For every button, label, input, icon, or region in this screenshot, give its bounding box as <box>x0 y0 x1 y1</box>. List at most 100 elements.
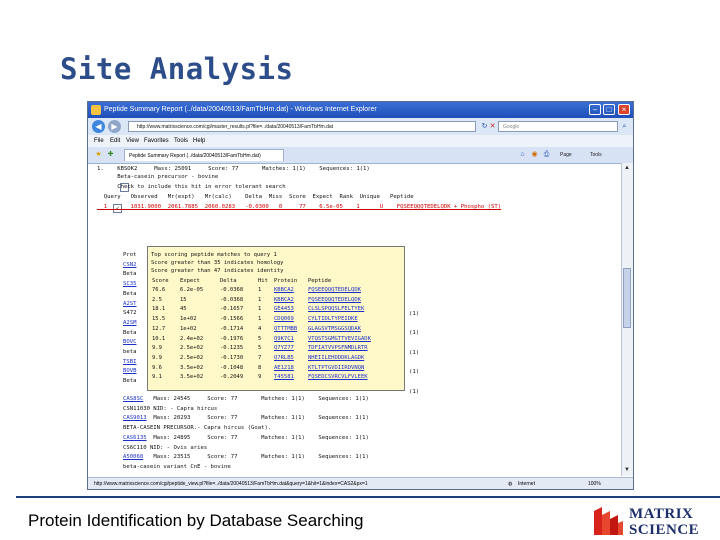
tooltip-cell: 1e+02 <box>180 325 197 332</box>
address-bar-row: ◀ ▶ http://www.matrixscience.com/cgi/mas… <box>88 118 633 135</box>
tooltip-peptide-link[interactable]: NHEIILEHDDDKLAGDK <box>308 355 364 361</box>
tooltip-peptide-link[interactable]: CLSLSPQQSLFELTYEK <box>308 306 364 312</box>
favorites-star-icon[interactable]: ★ <box>94 150 103 159</box>
tooltip-protein-link[interactable]: Q9K7C1 <box>274 336 294 342</box>
address-input[interactable]: http://www.matrixscience.com/cgi/master_… <box>128 121 476 132</box>
forward-icon[interactable]: ▶ <box>108 120 121 133</box>
tooltip-peptide-link[interactable]: TDFIATVVPSFNMDLRTR <box>308 345 368 351</box>
tooltip-cell: -0.1657 <box>220 306 244 313</box>
tooltip-cell: 45 <box>180 306 187 313</box>
protein-description: beta <box>123 349 137 355</box>
tooltip-cell: 1e+02 <box>180 316 197 323</box>
protein-accession-link[interactable]: A2SM <box>123 320 136 326</box>
scroll-down-icon[interactable]: ▼ <box>623 466 631 474</box>
tooltip-cell: 2.5 <box>152 296 162 303</box>
tooltip-cell: -0.1566 <box>220 316 244 323</box>
protein-accession-link[interactable]: BOVB <box>123 368 136 374</box>
menu-favorites[interactable]: Favorites <box>144 135 169 147</box>
tooltip-peptide-link[interactable]: VTQSTSGMGTTVEVIGADK <box>308 336 371 342</box>
tooltip-cell: 5 <box>258 335 262 342</box>
logo-line-2: SCIENCE <box>629 522 700 538</box>
protein-accession-link[interactable]: CSN2 <box>123 262 136 268</box>
minimize-icon[interactable]: – <box>589 104 601 115</box>
tooltip-cell: -0.0368 <box>220 287 244 293</box>
vertical-scrollbar[interactable]: ▲ ▼ <box>621 163 633 476</box>
menu-file[interactable]: File <box>94 135 104 147</box>
tooltip-cell: 9.1 <box>152 374 162 381</box>
tooltip-header-3: Score greater than 47 indicates identity <box>151 268 284 274</box>
error-tolerant-label: Check to include this hit in error toler… <box>97 184 286 190</box>
stop-icon[interactable]: ✕ <box>488 122 497 131</box>
peptide-row[interactable]: 1 1031.9000 2061.7885 2060.0283 -0.0300 … <box>97 204 501 210</box>
matches-value: (1) <box>409 369 420 376</box>
tooltip-peptide-link[interactable]: FQSEEQQQTEDELQDK <box>308 297 361 303</box>
close-icon[interactable]: × <box>618 104 630 115</box>
protein-accession-link[interactable]: TSBI <box>123 359 136 365</box>
page-menu-button[interactable]: Page <box>560 150 572 160</box>
scroll-thumb[interactable] <box>623 268 631 328</box>
protein-description: Beta <box>123 271 137 278</box>
tooltip-protein-link[interactable]: KBBCA2 <box>274 297 294 303</box>
tools-menu-button[interactable]: Tools <box>590 150 602 160</box>
tooltip-cell: 12.7 <box>152 325 166 332</box>
tooltip-protein-link[interactable]: QTTTMBB <box>274 326 297 332</box>
protein-description: Beta <box>123 329 137 336</box>
tooltip-header-1: Top scoring peptide matches to query 1 <box>151 252 277 258</box>
tooltip-peptide-link[interactable]: GLAGSVTMSGGSQDAK <box>308 326 361 332</box>
protein-accession-link[interactable]: A50068 <box>123 454 143 460</box>
tooltip-protein-link[interactable]: T45581 <box>274 374 294 380</box>
ie-icon <box>91 105 101 115</box>
print-icon[interactable]: ⎙ <box>542 150 551 159</box>
protein-hit-line: BETA-CASEIN PRECURSOR.- Capra hircus (Go… <box>123 425 271 431</box>
zoom-level[interactable]: 100% <box>588 478 601 489</box>
protein-accession-link[interactable]: CAS8SC <box>123 396 143 402</box>
tooltip-protein-link[interactable]: Q7RLB5 <box>274 355 294 361</box>
protein-accession-link[interactable]: CAS9013 <box>123 415 147 421</box>
menu-tools[interactable]: Tools <box>174 135 188 147</box>
tooltip-peptide-link[interactable]: FQSEDCSVRCVLFVLEEK <box>308 374 368 380</box>
tooltip-cell: -0.1730 <box>220 354 244 361</box>
tooltip-protein-link[interactable]: CDQ069 <box>274 316 294 322</box>
protein-hit-text: beta-casein variant CnE - bovine <box>123 463 231 470</box>
menu-help[interactable]: Help <box>193 135 205 147</box>
tooltip-protein-link[interactable]: AE1218 <box>274 365 294 371</box>
tooltip-cell: 1 <box>258 316 262 323</box>
protein-accession-link[interactable]: A2ST <box>123 301 136 307</box>
matches-value: (1) <box>409 349 420 356</box>
tooltip-protein-link[interactable]: Q7YZ77 <box>274 345 294 351</box>
tooltip-cell: -0.1714 <box>220 325 244 332</box>
add-favorite-icon[interactable]: ✚ <box>106 150 115 159</box>
matches-value: (1) <box>409 330 420 337</box>
matrix-science-logo: MATRIX SCIENCE <box>592 503 710 539</box>
tooltip-cell: 9.9 <box>152 354 162 361</box>
protein-accession-link[interactable]: CAS6135 <box>123 435 147 441</box>
protein-hit-line: beta-casein variant CnE - bovine <box>123 464 231 470</box>
search-icon[interactable]: ⌕ <box>620 122 629 131</box>
back-icon[interactable]: ◀ <box>92 120 105 133</box>
tooltip-cell: 9.6 <box>152 364 162 371</box>
protein-accession-link[interactable]: SC35 <box>123 281 136 287</box>
tooltip-column-header: Peptide <box>308 278 332 284</box>
tooltip-peptide-link[interactable]: CYLTIDLTYPEIDKE <box>308 316 358 322</box>
scroll-up-icon[interactable]: ▲ <box>623 164 631 172</box>
menu-edit[interactable]: Edit <box>110 135 120 147</box>
home-icon[interactable]: ⌂ <box>518 150 527 159</box>
menu-bar: File Edit View Favorites Tools Help <box>88 135 633 147</box>
tooltip-protein-link[interactable]: KBBCA2 <box>274 287 294 293</box>
maximize-icon[interactable]: □ <box>603 104 615 115</box>
peptide-table-header: Query Observed Mr(expt) Mr(calc) Delta M… <box>97 194 414 200</box>
tooltip-peptide-link[interactable]: KTLTPTGVDIIRDVNQN <box>308 365 364 371</box>
protein-hit-line: CAS8SC Mass: 24545 Score: 77 Matches: 1(… <box>123 396 369 402</box>
search-input[interactable]: Google <box>498 121 618 132</box>
status-url: http://www.matrixscience.com/cgi/peptide… <box>94 481 368 487</box>
feeds-icon[interactable]: ◉ <box>530 150 539 159</box>
tooltip-cell: 1 <box>258 296 262 303</box>
tooltip-cell: 15 <box>180 296 187 303</box>
tooltip-protein-link[interactable]: GE4453 <box>274 306 294 312</box>
tooltip-cell: 8 <box>258 364 262 371</box>
protein-accession-link[interactable]: BOVC <box>123 339 136 345</box>
menu-view[interactable]: View <box>126 135 139 147</box>
tab-peptide-summary[interactable]: Peptide Summary Report (../data/20040513… <box>124 149 284 161</box>
tooltip-peptide-link[interactable]: FQSEEQQQTEDELQDK <box>308 287 361 293</box>
globe-icon: ◍ <box>508 481 513 487</box>
